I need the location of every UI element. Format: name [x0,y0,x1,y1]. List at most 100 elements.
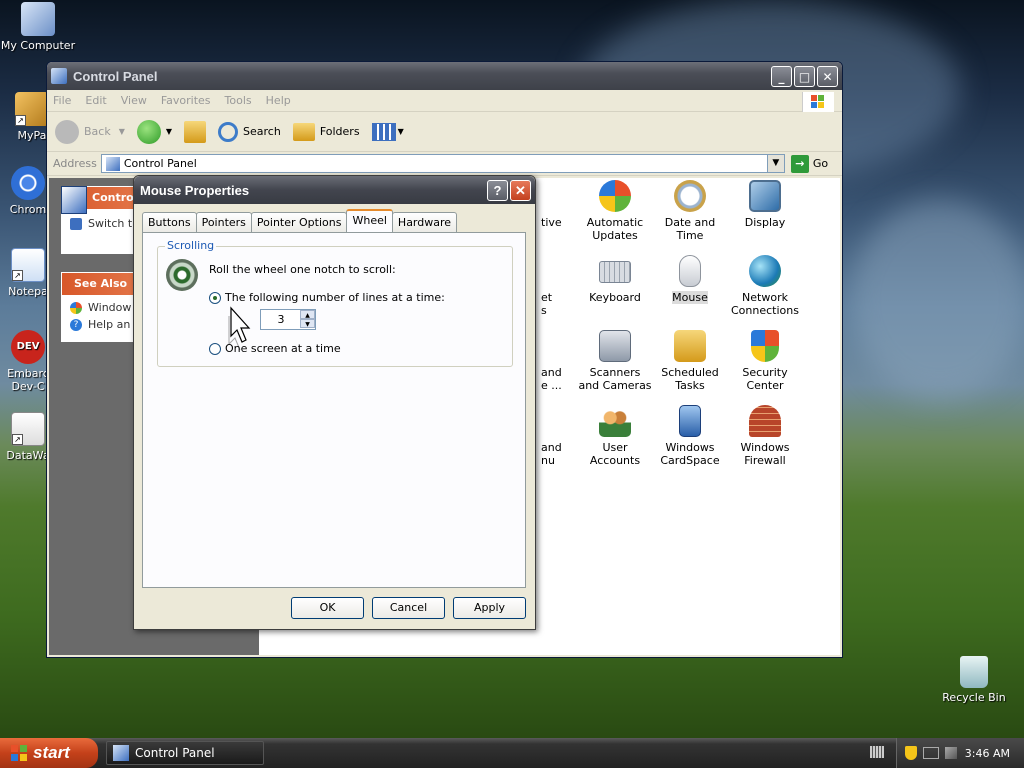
menu-bar: File Edit View Favorites Tools Help [47,90,842,112]
cp-item-scheduled-tasks[interactable]: Scheduled Tasks [653,330,727,392]
views-icon [371,122,396,141]
scanner-icon [599,330,631,362]
menu-tools[interactable]: Tools [225,94,252,107]
desktop-icon-my-computer[interactable]: My Computer [0,2,76,52]
dialog-close-button[interactable]: ✕ [510,180,531,201]
tab-pointers[interactable]: Pointers [195,212,252,232]
maximize-button[interactable]: □ [794,66,815,87]
security-shield-icon[interactable] [904,746,917,760]
forward-arrow-icon [136,119,161,144]
cp-item-automatic-updates[interactable]: Automatic Updates [578,180,652,242]
back-button[interactable]: Back ▼ [55,119,125,144]
cp-item-network-connections[interactable]: Network Connections [728,255,802,317]
cp-item-label: User Accounts [589,441,641,467]
address-value: Control Panel [123,157,197,170]
network-tray-icon[interactable] [922,747,939,759]
lines-spinner[interactable]: 3 ▲ ▼ [260,309,316,330]
sky-cloud [850,200,1024,400]
embarcadero-icon: DEV [11,330,45,364]
menu-file[interactable]: File [53,94,71,107]
cp-item-label: Display [744,216,786,229]
cp-item-partial[interactable]: tive [541,180,581,229]
window-titlebar[interactable]: Control Panel _ □ ✕ [47,62,842,90]
tab-hardware[interactable]: Hardware [391,212,458,232]
apply-button[interactable]: Apply [453,597,526,619]
search-icon [218,121,239,142]
control-panel-large-icon [61,186,87,214]
cancel-button[interactable]: Cancel [372,597,445,619]
clock[interactable]: 3:46 AM [965,747,1010,760]
desktop-icon-label: MyPa [17,129,47,142]
cp-item-label: et [541,291,553,304]
cp-item-partial[interactable]: et s [541,255,581,317]
cp-item-windows-cardspace[interactable]: Windows CardSpace [653,405,727,467]
cp-item-label: and [541,366,562,379]
views-button[interactable]: ▼ [371,122,404,141]
dialog-title: Mouse Properties [140,182,250,198]
cp-item-display[interactable]: Display [728,180,802,229]
cp-item-partial[interactable]: and nu [541,405,581,467]
desktop-icon-label: Notepa [8,285,48,298]
lines-value[interactable]: 3 [261,310,301,329]
keyboard-icon [599,261,631,283]
firewall-icon [749,405,781,437]
spin-up-button[interactable]: ▲ [300,310,315,319]
menu-help[interactable]: Help [266,94,291,107]
menu-view[interactable]: View [121,94,147,107]
wheel-tab-panel: Scrolling Roll the wheel one notch to sc… [142,232,526,588]
cp-item-date-time[interactable]: Date and Time [653,180,727,242]
desktop-icon-recycle-bin[interactable]: Recycle Bin [936,656,1012,704]
window-title: Control Panel [73,68,158,84]
dropdown-arrow-icon: ▼ [397,127,404,136]
cp-item-partial[interactable]: and e ... [541,330,581,392]
see-also-title: See Also [74,277,128,290]
go-button[interactable]: → Go [790,154,828,173]
tab-wheel[interactable]: Wheel [346,209,393,232]
cp-item-security-center[interactable]: Security Center [728,330,802,392]
menu-edit[interactable]: Edit [85,94,106,107]
toolbar: Back ▼ ▼ Search Folders ▼ [47,112,842,152]
chrome-icon [11,166,45,200]
help-icon: ? [70,318,82,331]
cp-item-windows-firewall[interactable]: Windows Firewall [728,405,802,467]
address-dropdown-button[interactable]: ▼ [766,155,784,172]
menu-favorites[interactable]: Favorites [161,94,211,107]
spin-down-button[interactable]: ▼ [300,319,315,328]
cp-item-label: Network Connections [731,291,799,317]
address-field[interactable]: Control Panel ▼ [100,154,785,173]
cp-item-label: Scheduled Tasks [661,366,719,392]
tab-pointer-options[interactable]: Pointer Options [250,212,348,232]
cp-item-scanners-cameras[interactable]: Scanners and Cameras [578,330,652,392]
scheduled-tasks-icon [674,330,706,362]
taskbar-button-control-panel[interactable]: Control Panel [106,741,264,765]
cp-item-mouse[interactable]: Mouse [653,255,727,304]
address-label: Address [53,157,97,170]
start-button[interactable]: start [0,738,98,768]
cp-item-label: tive [541,216,562,229]
start-label: start [33,743,70,762]
taskbar: start Control Panel 3:46 AM [0,738,1024,768]
close-button[interactable]: ✕ [817,66,838,87]
radio-lines-at-a-time[interactable]: The following number of lines at a time: [209,291,445,304]
up-folder-button[interactable] [184,120,207,143]
cp-item-keyboard[interactable]: Keyboard [578,255,652,304]
folders-button[interactable]: Folders [292,122,360,141]
go-arrow-icon: → [790,154,809,173]
dialog-titlebar[interactable]: Mouse Properties ? ✕ [134,176,535,204]
minimize-button[interactable]: _ [771,66,792,87]
cp-item-user-accounts[interactable]: User Accounts [578,405,652,467]
see-also-link-label: Help an [88,318,131,331]
radio-button-unchecked[interactable] [209,342,221,355]
ok-button[interactable]: OK [291,597,364,619]
radio-button-checked[interactable] [209,291,221,304]
keyboard-tray-icon[interactable] [870,746,884,758]
cp-item-label: Windows CardSpace [660,441,720,467]
tab-buttons[interactable]: Buttons [142,212,197,232]
help-button[interactable]: ? [487,180,508,201]
search-button[interactable]: Search [218,121,281,142]
automatic-updates-icon [599,180,631,212]
scroll-instruction: Roll the wheel one notch to scroll: [209,263,396,276]
cardspace-icon [679,405,701,437]
volume-icon[interactable] [944,747,957,759]
forward-button[interactable]: ▼ [136,119,172,144]
